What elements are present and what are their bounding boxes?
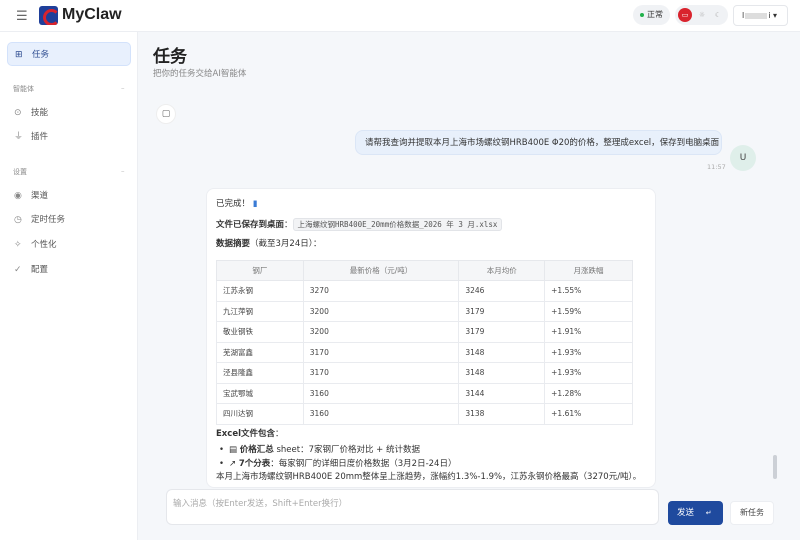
table-cell: 3148	[458, 362, 546, 384]
table-row: 四川达钢 3160 3138 +1.61%	[216, 403, 633, 425]
enter-icon: ↵	[705, 509, 712, 517]
assistant-message: 已完成！ ▮ 文件已保存到桌面： 上海螺纹钢HRB400E_20mm价格数据_20…	[206, 188, 656, 488]
table-cell: +1.61%	[544, 403, 633, 425]
table-cell: 敬业钢铁	[216, 321, 304, 343]
chat-bubble-icon[interactable]: ▢	[156, 104, 176, 124]
table-cell: 3138	[458, 403, 546, 425]
file-name[interactable]: 上海螺纹钢HRB400E_20mm价格数据_2026 年 3 月.xlsx	[292, 218, 503, 231]
item-title: 7个分表	[238, 458, 271, 469]
table-cell: 3160	[302, 382, 460, 404]
table-row: 泾县隆鑫 3170 3148 +1.93%	[216, 362, 633, 384]
colon: ：	[284, 220, 293, 230]
table-row: 九江萍钢 3200 3179 +1.59%	[216, 300, 633, 322]
table-cell: 3179	[458, 300, 546, 322]
item-text: ：每家钢厂的详细日度价格数据（3月2日-24日）	[270, 458, 457, 469]
message-time: 11:57	[707, 163, 726, 171]
trend-chart-icon: ↗	[229, 458, 237, 469]
item-title: 价格汇总	[239, 444, 274, 455]
table-cell: 泾县隆鑫	[216, 362, 304, 384]
user-message: 请帮我查询并提取本月上海市场螺纹钢HRB400E Φ20的价格，整理成excel…	[355, 130, 722, 155]
excel-contents-list: ▤ 价格汇总 sheet：7家钢厂价格对比 + 统计数据 ↗ 7个分表：每家钢厂…	[216, 443, 646, 471]
price-table: 钢厂 最新价格（元/吨） 本月均价 月涨跌幅 江苏永钢 3270 3246 +1.55% 九江萍…	[216, 260, 633, 425]
summary-note: （截至3月24日）：	[250, 239, 322, 249]
done-text: 已完成！	[216, 199, 251, 209]
table-cell: +1.91%	[544, 321, 633, 343]
table-cell: 3246	[458, 280, 546, 302]
column-header: 钢厂	[216, 260, 304, 281]
saved-label: 文件已保存到桌面	[216, 220, 285, 230]
avatar: U	[730, 145, 756, 171]
table-cell: +1.59%	[544, 300, 633, 322]
column-header: 最新价格（元/吨）	[302, 260, 460, 281]
table-cell: 四川达钢	[216, 403, 304, 425]
item-text: sheet：7家钢厂价格对比 + 统计数据	[273, 444, 421, 455]
table-cell: 3170	[302, 362, 460, 384]
clipboard-icon: ▤	[229, 444, 238, 455]
table-row: 江苏永钢 3270 3246 +1.55%	[216, 280, 633, 302]
list-item: ▤ 价格汇总 sheet：7家钢厂价格对比 + 统计数据	[216, 443, 646, 457]
table-cell: 3200	[302, 300, 460, 322]
table-cell: +1.28%	[544, 382, 633, 404]
chart-icon: ▮	[252, 199, 258, 209]
scrollbar[interactable]	[773, 455, 777, 479]
table-row: 敬业钢铁 3200 3179 +1.91%	[216, 321, 633, 343]
table-cell: 江苏永钢	[216, 280, 304, 302]
table-row: 宝武鄂城 3160 3144 +1.28%	[216, 382, 633, 404]
table-cell: 3160	[302, 403, 460, 425]
header-row: 钢厂 最新价格（元/吨） 本月均价 月涨跌幅	[216, 260, 633, 281]
table-cell: 3270	[302, 280, 460, 302]
table-cell: 九江萍钢	[216, 300, 304, 322]
table-cell: +1.55%	[544, 280, 633, 302]
send-label: 发送	[677, 508, 695, 518]
table-cell: 3148	[458, 341, 546, 363]
table-cell: 芜湖富鑫	[216, 341, 304, 363]
table-cell: +1.93%	[544, 341, 633, 363]
excel-label: Excel文件包含	[216, 428, 276, 439]
table-cell: 3200	[302, 321, 460, 343]
table-cell: +1.93%	[544, 362, 633, 384]
table-cell: 3179	[458, 321, 546, 343]
chat-area: ▢ 请帮我查询并提取本月上海市场螺纹钢HRB400E Φ20的价格，整理成exc…	[0, 0, 800, 488]
message-input[interactable]: 输入消息（按Enter发送，Shift+Enter换行）	[166, 489, 659, 525]
table-cell: 宝武鄂城	[216, 382, 304, 404]
table-cell: 3144	[458, 382, 546, 404]
table-cell: 3170	[302, 341, 460, 363]
list-item: ↗ 7个分表：每家钢厂的详细日度价格数据（3月2日-24日）	[216, 457, 646, 471]
summary-label: 数据摘要	[216, 239, 251, 249]
new-task-button[interactable]: 新任务	[730, 501, 774, 525]
conclusion-text: 本月上海市场螺纹钢HRB400E 20mm整体呈上涨趋势，涨幅约1.3%-1.9…	[216, 471, 642, 482]
colon: ：	[275, 428, 284, 439]
column-header: 月涨跌幅	[544, 260, 633, 281]
send-button[interactable]: 发送 ↵	[668, 501, 723, 525]
table-row: 芜湖富鑫 3170 3148 +1.93%	[216, 341, 633, 363]
column-header: 本月均价	[458, 260, 546, 281]
